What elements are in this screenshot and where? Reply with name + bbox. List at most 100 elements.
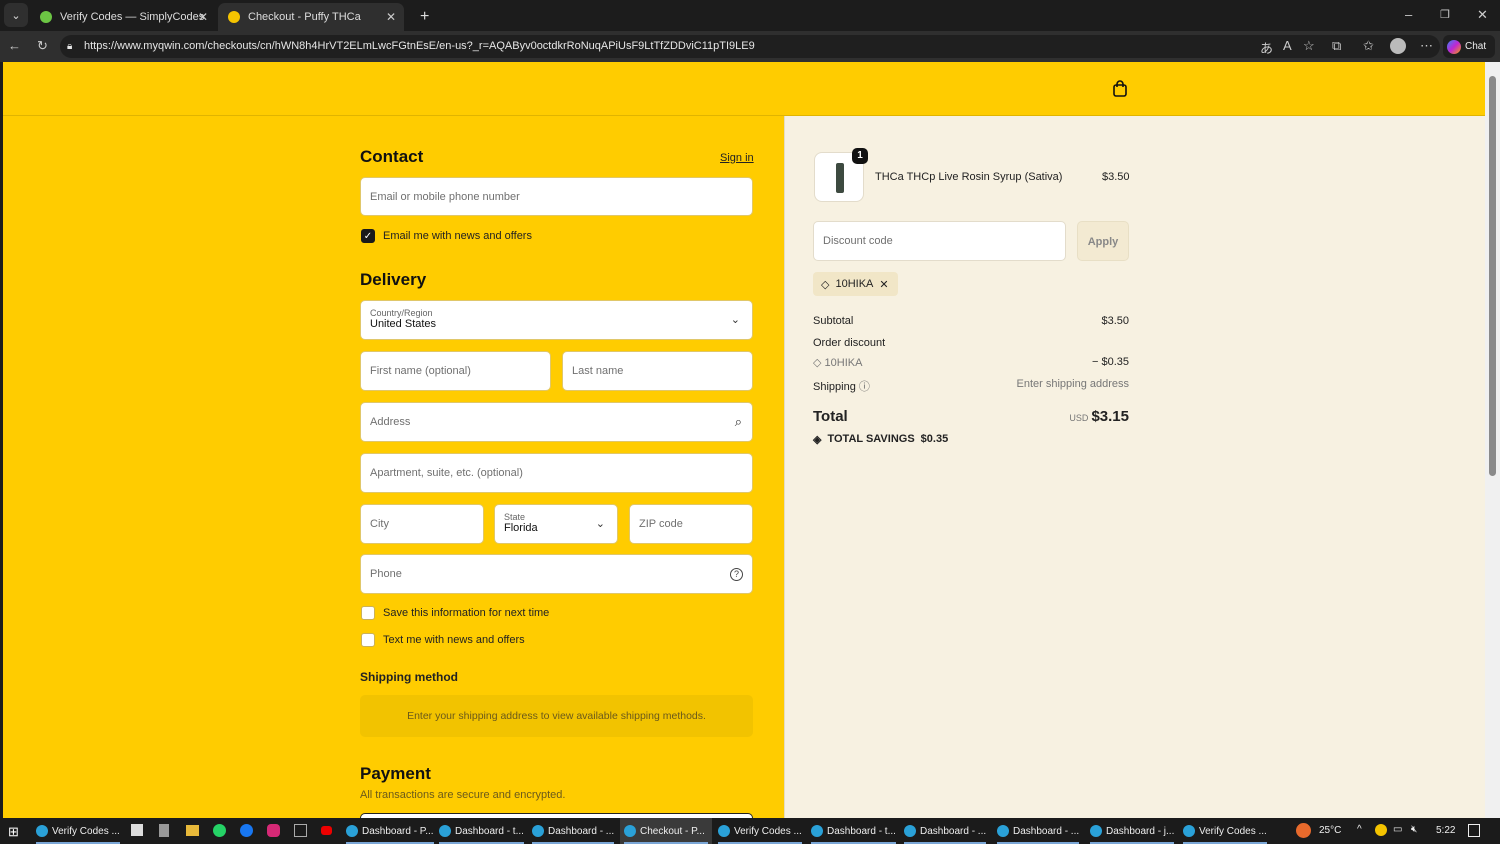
remove-discount-icon[interactable]: ✕ [879, 278, 888, 291]
clock[interactable]: 5:22 [1436, 825, 1455, 836]
state-select[interactable]: State Florida ⌄ [494, 504, 618, 544]
taskbar-label: Verify Codes ... [1199, 825, 1267, 837]
file-explorer-icon[interactable] [186, 825, 199, 836]
refresh-icon[interactable]: ↻ [37, 38, 48, 54]
country-label: Country/Region [370, 308, 433, 318]
page-scrollbar[interactable] [1485, 62, 1500, 818]
tab-verify-codes[interactable]: Verify Codes — SimplyCodes ✕ [30, 3, 216, 31]
subtotal-value: $3.50 [1101, 315, 1129, 327]
subtotal-label: Subtotal [813, 315, 854, 327]
copilot-icon [1447, 39, 1461, 54]
address-placeholder: Address [370, 416, 411, 428]
currency: USD [1069, 413, 1089, 423]
apartment-field[interactable]: Apartment, suite, etc. (optional) [360, 453, 753, 493]
network-icon[interactable]: ▭ [1393, 824, 1402, 835]
text-news-checkbox[interactable] [361, 633, 375, 647]
save-info-label: Save this information for next time [383, 607, 550, 619]
extensions-icon[interactable]: ⧉ [1332, 38, 1341, 54]
total-value: $3.15 [1091, 408, 1129, 425]
x-icon[interactable] [294, 824, 307, 837]
translate-icon[interactable]: あ [1260, 38, 1273, 57]
email-news-label: Email me with news and offers [383, 230, 532, 242]
tray-chevron-icon[interactable]: ^ [1357, 824, 1362, 835]
taskbar-item[interactable]: Verify Codes ... [714, 818, 806, 844]
tab-list-button[interactable]: ⌄ [4, 3, 28, 27]
taskbar-item[interactable]: Dashboard - P... [342, 818, 438, 844]
copilot-chat-button[interactable]: Chat [1443, 35, 1495, 58]
first-name-field[interactable]: First name (optional) [360, 351, 551, 391]
taskbar-item[interactable]: Dashboard - j... [1086, 818, 1178, 844]
savings-label: TOTAL SAVINGS [827, 433, 915, 445]
text-news-label: Text me with news and offers [383, 634, 525, 646]
address-field[interactable]: Address ⌕ [360, 402, 753, 442]
restore-icon[interactable]: ❐ [1440, 8, 1450, 21]
first-name-placeholder: First name (optional) [370, 365, 471, 377]
favorites-icon[interactable]: ✩ [1363, 38, 1374, 54]
more-icon[interactable]: ⋯ [1420, 38, 1433, 54]
last-name-field[interactable]: Last name [562, 351, 753, 391]
country-select[interactable]: Country/Region United States ⌄ [360, 300, 753, 340]
profile-avatar[interactable] [1390, 38, 1406, 54]
help-icon[interactable]: ? [730, 567, 743, 581]
apply-button[interactable]: Apply [1077, 221, 1129, 261]
discount-code-input[interactable]: Discount code [813, 221, 1066, 261]
favorite-icon[interactable]: ☆ [1303, 38, 1315, 54]
back-icon[interactable]: ← [8, 38, 21, 53]
total-savings: ◈ TOTAL SAVINGS $0.35 [813, 433, 1129, 446]
sign-in-link[interactable]: Sign in [720, 152, 754, 164]
phone-field[interactable]: Phone? [360, 554, 753, 594]
taskbar-item[interactable]: Verify Codes ... [1179, 818, 1271, 844]
volume-muted-icon[interactable]: 🔇︎ [1411, 824, 1417, 835]
notifications-icon[interactable] [1468, 824, 1480, 837]
facebook-icon[interactable] [240, 824, 253, 837]
email-news-checkbox[interactable]: ✓ [361, 229, 375, 243]
last-name-placeholder: Last name [572, 365, 624, 377]
minimize-icon[interactable]: – [1405, 7, 1412, 22]
whatsapp-icon[interactable] [213, 824, 226, 837]
taskbar-item-active[interactable]: Checkout - P... [620, 818, 712, 844]
calculator-icon[interactable] [159, 824, 169, 837]
taskbar-item[interactable]: Dashboard - ... [900, 818, 990, 844]
tray-app-icon[interactable] [1375, 824, 1387, 836]
help-icon[interactable]: ⓘ [859, 381, 870, 393]
taskbar-item[interactable]: Dashboard - ... [528, 818, 618, 844]
taskbar-item[interactable]: Dashboard - ... [993, 818, 1083, 844]
new-tab-button[interactable]: + [410, 3, 439, 31]
taskbar-label: Dashboard - P... [362, 825, 434, 837]
shopping-bag-icon[interactable] [1112, 80, 1128, 98]
lock-icon: 🔒︎ [67, 41, 73, 52]
apartment-placeholder: Apartment, suite, etc. (optional) [370, 467, 523, 479]
close-tab-icon[interactable]: ✕ [198, 10, 208, 24]
zip-field[interactable]: ZIP code [629, 504, 753, 544]
close-tab-icon[interactable]: ✕ [386, 10, 396, 24]
product-price: $3.50 [1102, 171, 1130, 183]
url-text: https://www.myqwin.com/checkouts/cn/hWN8… [84, 40, 755, 52]
savings-tag-icon: ◈ [813, 434, 822, 446]
weather-temp[interactable]: 25°C [1319, 825, 1341, 836]
taskbar-label: Dashboard - j... [1106, 825, 1175, 837]
read-aloud-icon[interactable]: A [1283, 38, 1292, 53]
taskbar-item[interactable]: Dashboard - t... [807, 818, 900, 844]
tab-checkout[interactable]: Checkout - Puffy THCa ✕ [218, 3, 404, 31]
city-field[interactable]: City [360, 504, 484, 544]
youtube-icon[interactable] [321, 826, 332, 835]
start-icon[interactable]: ⊞ [8, 824, 19, 840]
contact-heading: Contact [360, 147, 424, 166]
email-placeholder: Email or mobile phone number [370, 190, 520, 203]
shipping-method-notice: Enter your shipping address to view avai… [360, 695, 753, 737]
store-icon[interactable] [131, 824, 143, 836]
shipping-row: Shipping ⓘ Enter shipping address [813, 378, 1129, 394]
url-input[interactable]: 🔒︎ https://www.myqwin.com/checkouts/cn/hW… [60, 35, 1440, 58]
scrollbar-thumb[interactable] [1489, 76, 1496, 476]
instagram-icon[interactable] [267, 824, 280, 837]
taskbar: ⊞ Verify Codes ... Dashboard - P... Dash… [0, 818, 1500, 844]
puffy-favicon-icon [228, 11, 240, 23]
taskbar-item[interactable]: Verify Codes ... [32, 818, 124, 844]
zip-placeholder: ZIP code [639, 518, 683, 530]
weather-icon[interactable] [1296, 823, 1311, 838]
email-field[interactable]: Email or mobile phone number [360, 177, 753, 216]
save-info-checkbox[interactable] [361, 606, 375, 620]
search-icon: ⌕ [734, 414, 742, 429]
close-window-icon[interactable]: ✕ [1477, 7, 1488, 23]
taskbar-item[interactable]: Dashboard - t... [435, 818, 528, 844]
